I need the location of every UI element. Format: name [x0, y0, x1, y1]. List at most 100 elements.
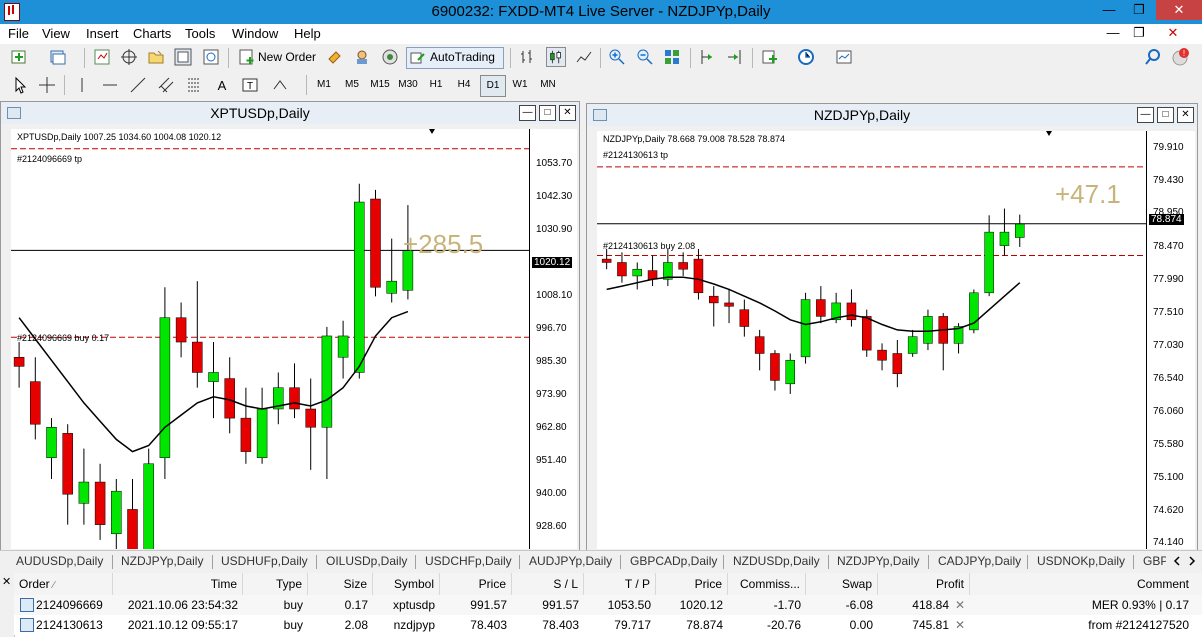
chart-shift-icon[interactable] — [697, 47, 717, 67]
timeframe-mn[interactable]: MN — [536, 75, 560, 95]
periods-icon[interactable] — [796, 47, 816, 67]
cell-sl[interactable]: 991.57 — [512, 595, 584, 615]
tile-windows-icon[interactable] — [662, 47, 682, 67]
new-order-button[interactable]: New Order — [258, 48, 316, 66]
table-row[interactable]: 2124096669 2021.10.06 23:54:32 buy 0.17 … — [14, 595, 1202, 615]
arrows-icon[interactable] — [270, 75, 290, 95]
zoom-out-icon[interactable] — [635, 47, 655, 67]
minimize-button[interactable]: — — [1094, 0, 1124, 20]
tab-usdhufp[interactable]: USDHUFp,Daily — [221, 554, 308, 568]
tabs-scroll-right-icon[interactable] — [1187, 556, 1197, 566]
text-label-icon[interactable]: T — [240, 75, 260, 95]
signals-icon[interactable] — [352, 47, 372, 67]
child-close-button[interactable]: ✕ — [1158, 24, 1188, 42]
menu-window[interactable]: Window — [228, 25, 282, 42]
menu-view[interactable]: View — [38, 25, 74, 42]
header-price[interactable]: Price — [440, 573, 512, 595]
bar-chart-icon[interactable] — [518, 47, 538, 67]
autoscroll-icon[interactable] — [725, 47, 745, 67]
header-swap[interactable]: Swap — [806, 573, 878, 595]
close-order-icon[interactable]: ✕ — [955, 618, 965, 632]
timeframe-w1[interactable]: W1 — [508, 75, 532, 95]
timeframe-h1[interactable]: H1 — [424, 75, 448, 95]
chart-maximize-button[interactable]: □ — [539, 105, 556, 121]
chart-plot-area[interactable]: NZDJPYp,Daily 78.668 79.008 78.528 78.87… — [597, 131, 1146, 549]
cell-tp[interactable]: 1053.50 — [584, 595, 656, 615]
chart-window-nzdjpy[interactable]: NZDJPYp,Daily — □ ✕ NZDJPYp,Daily 78.668… — [586, 103, 1198, 551]
header-order[interactable]: Order ∕ — [14, 573, 113, 595]
search-icon[interactable] — [1143, 47, 1163, 67]
trendline-icon[interactable] — [128, 75, 148, 95]
menu-insert[interactable]: Insert — [82, 25, 123, 42]
chart-maximize-button[interactable]: □ — [1157, 107, 1174, 123]
chart-minimize-button[interactable]: — — [1137, 107, 1154, 123]
strategy-tester-icon[interactable] — [201, 47, 221, 67]
header-time[interactable]: Time — [113, 573, 243, 595]
navigator-icon[interactable] — [146, 47, 166, 67]
new-order-icon[interactable] — [237, 47, 257, 67]
market-watch-icon[interactable] — [92, 47, 112, 67]
tab-audjpyp[interactable]: AUDJPYp,Daily — [529, 554, 612, 568]
menu-tools[interactable]: Tools — [181, 25, 219, 42]
indicators-icon[interactable] — [760, 47, 780, 67]
cell-sl[interactable]: 78.403 — [512, 615, 584, 635]
tab-gbp[interactable]: GBP — [1143, 554, 1168, 568]
child-restore-button[interactable]: ❐ — [1124, 24, 1154, 42]
tab-cadjpyp[interactable]: CADJPYp,Daily — [938, 554, 1021, 568]
close-order-icon[interactable]: ✕ — [955, 598, 965, 612]
chart-plot-area[interactable]: XPTUSDp,Daily 1007.25 1034.60 1004.08 10… — [11, 129, 529, 632]
terminal-close-icon[interactable]: ✕ — [2, 575, 11, 588]
market-wrench-icon[interactable] — [325, 47, 345, 67]
tab-usdchfp[interactable]: USDCHFp,Daily — [425, 554, 512, 568]
fibonacci-icon[interactable] — [184, 75, 204, 95]
tab-oilusdp[interactable]: OILUSDp,Daily — [326, 554, 407, 568]
chart-minimize-button[interactable]: — — [519, 105, 536, 121]
header-commission[interactable]: Commiss... — [728, 573, 806, 595]
tab-nzdusdp[interactable]: NZDUSDp,Daily — [733, 554, 820, 568]
equidistant-channel-icon[interactable] — [156, 75, 176, 95]
header-comment[interactable]: Comment — [970, 573, 1194, 595]
autotrading-toggle[interactable]: AutoTrading — [406, 47, 504, 69]
horizontal-line-icon[interactable] — [100, 75, 120, 95]
terminal-icon[interactable] — [173, 47, 193, 67]
line-chart-icon[interactable] — [574, 47, 594, 67]
header-type[interactable]: Type — [243, 573, 308, 595]
header-symbol[interactable]: Symbol — [373, 573, 440, 595]
vertical-line-icon[interactable] — [72, 75, 92, 95]
header-current-price[interactable]: Price — [656, 573, 728, 595]
header-sl[interactable]: S / L — [512, 573, 584, 595]
text-icon[interactable]: A — [212, 75, 232, 95]
table-row[interactable]: 2124130613 2021.10.12 09:55:17 buy 2.08 … — [14, 615, 1202, 635]
timeframe-h4[interactable]: H4 — [452, 75, 476, 95]
menu-file[interactable]: File — [4, 25, 33, 42]
timeframe-m15[interactable]: M15 — [368, 75, 392, 95]
menu-charts[interactable]: Charts — [129, 25, 175, 42]
new-chart-icon[interactable] — [10, 47, 30, 67]
timeframe-m30[interactable]: M30 — [396, 75, 420, 95]
templates-icon[interactable] — [834, 47, 854, 67]
timeframe-m1[interactable]: M1 — [312, 75, 336, 95]
maximize-button[interactable]: ❐ — [1124, 0, 1154, 20]
header-profit[interactable]: Profit — [878, 573, 970, 595]
candlesticks-icon[interactable] — [546, 47, 566, 67]
header-size[interactable]: Size — [308, 573, 373, 595]
tab-audusdp[interactable]: AUDUSDp,Daily — [16, 554, 103, 568]
cell-tp[interactable]: 79.717 — [584, 615, 656, 635]
menu-help[interactable]: Help — [290, 25, 325, 42]
chart-close-button[interactable]: ✕ — [559, 105, 576, 121]
tab-gbpcadp[interactable]: GBPCADp,Daily — [630, 554, 717, 568]
cursor-icon[interactable] — [10, 75, 30, 95]
timeframe-d1[interactable]: D1 — [480, 75, 506, 97]
close-button[interactable]: ✕ — [1156, 0, 1202, 20]
chart-close-button[interactable]: ✕ — [1177, 107, 1194, 123]
market-icon[interactable] — [380, 47, 400, 67]
header-tp[interactable]: T / P — [584, 573, 656, 595]
tab-usdnokp[interactable]: USDNOKp,Daily — [1037, 554, 1125, 568]
tab-nzdjpyp[interactable]: NZDJPYp,Daily — [121, 554, 203, 568]
zoom-in-icon[interactable] — [607, 47, 627, 67]
chart-window-xptusd[interactable]: XPTUSDp,Daily — □ ✕ XPTUSDp,Daily 1007.2… — [0, 101, 580, 632]
tabs-scroll-left-icon[interactable] — [1172, 556, 1182, 566]
profiles-icon[interactable] — [48, 47, 68, 67]
data-window-icon[interactable] — [119, 47, 139, 67]
notifications-icon[interactable]: ! — [1170, 47, 1190, 67]
